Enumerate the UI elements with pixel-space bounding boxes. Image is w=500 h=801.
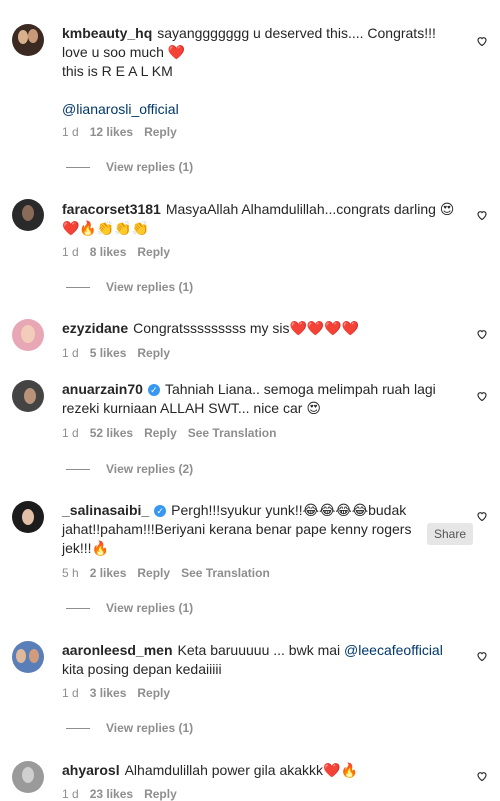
mention-link[interactable]: @lianarosli_official	[62, 101, 179, 117]
comment-time: 1 d	[62, 245, 79, 259]
avatar[interactable]	[12, 319, 44, 351]
reply-button[interactable]: Reply	[144, 125, 177, 139]
view-replies-button[interactable]: View replies (1)	[66, 280, 193, 294]
comment-text-line: this is R E A L KM	[62, 63, 173, 79]
comment-meta: 1 d 12 likes Reply	[62, 125, 188, 139]
like-heart-icon[interactable]	[476, 209, 488, 221]
comment-meta: 1 d 3 likes Reply	[62, 686, 181, 700]
like-heart-icon[interactable]	[476, 328, 488, 340]
comment-meta: 5 h 2 likes Reply See Translation	[62, 566, 281, 580]
comment-body: aaronleesd_men Keta baruuuuu ... bwk mai …	[62, 641, 454, 679]
comment-username[interactable]: ezyzidane	[62, 320, 128, 336]
reply-button[interactable]: Reply	[137, 686, 170, 700]
replies-divider	[66, 728, 90, 730]
view-replies-label[interactable]: View replies (2)	[106, 462, 193, 476]
comment-time: 1 d	[62, 346, 79, 360]
comment-body: faracorset3181 MasyaAllah Alhamdulillah..…	[62, 200, 462, 238]
comment-body: ahyarosl Alhamdulillah power gila akakkk❤…	[62, 761, 454, 780]
view-replies-label[interactable]: View replies (1)	[106, 280, 193, 294]
likes-count[interactable]: 2 likes	[90, 566, 127, 580]
reply-button[interactable]: Reply	[144, 426, 177, 440]
comment-body: ezyzidane Congratsssssssss my sis❤️❤️❤️❤️	[62, 319, 454, 338]
comment-time: 5 h	[62, 566, 79, 580]
comment-username[interactable]: anuarzain70	[62, 381, 143, 397]
avatar[interactable]	[12, 641, 44, 673]
like-heart-icon[interactable]	[476, 35, 488, 47]
comment-time: 1 d	[62, 125, 79, 139]
like-heart-icon[interactable]	[476, 510, 488, 522]
verified-badge-icon: ✓	[154, 505, 167, 517]
view-replies-button[interactable]: View replies (1)	[66, 601, 193, 615]
replies-divider	[66, 167, 90, 169]
reply-button[interactable]: Reply	[137, 245, 170, 259]
avatar[interactable]	[12, 199, 44, 231]
like-heart-icon[interactable]	[476, 650, 488, 662]
avatar[interactable]	[12, 380, 44, 412]
likes-count[interactable]: 23 likes	[90, 787, 133, 801]
likes-count[interactable]: 12 likes	[90, 125, 133, 139]
comment-time: 1 d	[62, 686, 79, 700]
comment-username[interactable]: _salinasaibi_	[62, 502, 149, 518]
likes-count[interactable]: 3 likes	[90, 686, 127, 700]
view-replies-button[interactable]: View replies (2)	[66, 462, 193, 476]
comment-body: _salinasaibi_ ✓ Pergh!!!syukur yunk!!😂😂😂😂b…	[62, 501, 432, 558]
view-replies-button[interactable]: View replies (1)	[66, 721, 193, 735]
comment-text: Alhamdulillah power gila akakkk❤️🔥	[124, 762, 358, 778]
comment-meta: 1 d 5 likes Reply	[62, 346, 181, 360]
see-translation-button[interactable]: See Translation	[188, 426, 277, 440]
reply-button[interactable]: Reply	[137, 346, 170, 360]
view-replies-label[interactable]: View replies (1)	[106, 601, 193, 615]
see-translation-button[interactable]: See Translation	[181, 566, 270, 580]
comment-body: kmbeauty_hq sayanggggggg u deserved this.…	[62, 24, 454, 119]
avatar[interactable]	[12, 501, 44, 533]
comment-text: Congratsssssssss my sis❤️❤️❤️❤️	[133, 320, 360, 336]
view-replies-label[interactable]: View replies (1)	[106, 721, 193, 735]
view-replies-label[interactable]: View replies (1)	[106, 160, 193, 174]
reply-button[interactable]: Reply	[137, 566, 170, 580]
comment-body: anuarzain70 ✓ Tahniah Liana.. semoga melim…	[62, 380, 454, 418]
replies-divider	[66, 608, 90, 610]
comment-meta: 1 d 52 likes Reply See Translation	[62, 426, 287, 440]
likes-count[interactable]: 5 likes	[90, 346, 127, 360]
comment-time: 1 d	[62, 426, 79, 440]
avatar[interactable]	[12, 761, 44, 793]
likes-count[interactable]: 52 likes	[90, 426, 133, 440]
replies-divider	[66, 469, 90, 471]
likes-count[interactable]: 8 likes	[90, 245, 127, 259]
verified-badge-icon: ✓	[147, 384, 160, 396]
like-heart-icon[interactable]	[476, 770, 488, 782]
comment-text: Keta baruuuuu ... bwk mai	[177, 642, 345, 658]
replies-divider	[66, 287, 90, 289]
like-heart-icon[interactable]	[476, 390, 488, 402]
avatar[interactable]	[12, 24, 44, 56]
reply-button[interactable]: Reply	[144, 787, 177, 801]
mention-link[interactable]: @leecafeofficial	[344, 642, 443, 658]
view-replies-button[interactable]: View replies (1)	[66, 160, 193, 174]
comment-time: 1 d	[62, 787, 79, 801]
comment-meta: 1 d 23 likes Reply	[62, 787, 188, 801]
comment-username[interactable]: faracorset3181	[62, 201, 161, 217]
comment-username[interactable]: kmbeauty_hq	[62, 25, 152, 41]
comment-meta: 1 d 8 likes Reply	[62, 245, 181, 259]
comment-username[interactable]: aaronleesd_men	[62, 642, 173, 658]
comment-username[interactable]: ahyarosl	[62, 762, 120, 778]
share-tooltip[interactable]: Share	[427, 523, 473, 545]
comment-text: kita posing depan kedaiiiii	[62, 661, 222, 677]
